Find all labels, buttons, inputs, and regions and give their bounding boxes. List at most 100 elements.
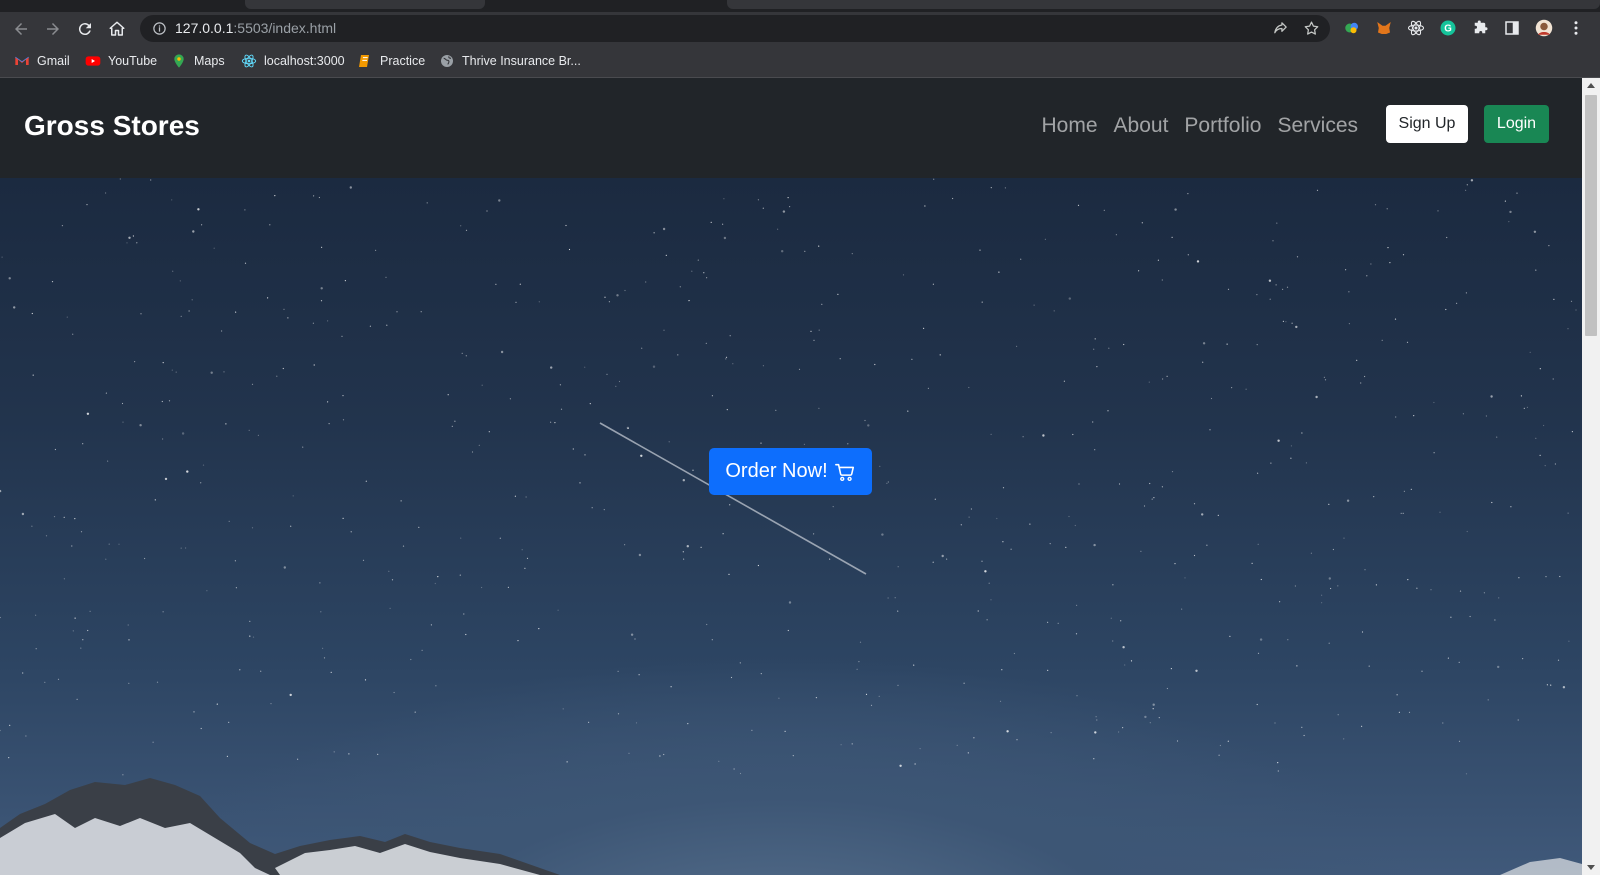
star [213, 247, 215, 249]
star [13, 306, 16, 309]
star [1290, 445, 1292, 447]
star [624, 289, 626, 292]
star [1256, 294, 1258, 296]
star [617, 670, 619, 672]
star [461, 352, 463, 354]
star [175, 371, 177, 373]
back-button[interactable] [8, 16, 34, 42]
star [341, 335, 343, 337]
star [1157, 259, 1159, 261]
star [481, 384, 483, 386]
star [1324, 379, 1327, 381]
bookmark-youtube[interactable]: YouTube [85, 50, 157, 72]
scrollbar-thumb[interactable] [1585, 95, 1597, 336]
star [1303, 734, 1305, 737]
star [1533, 230, 1537, 233]
star [162, 611, 164, 613]
star [1509, 210, 1512, 214]
nav-about[interactable]: About [1114, 114, 1169, 138]
login-button[interactable]: Login [1484, 105, 1549, 143]
nav-portfolio[interactable]: Portfolio [1184, 114, 1261, 138]
reload-button[interactable] [72, 16, 98, 42]
star [1447, 657, 1449, 659]
signup-button[interactable]: Sign Up [1386, 105, 1468, 143]
extensions-puzzle-icon[interactable] [1470, 18, 1490, 38]
star [818, 329, 820, 331]
star [705, 342, 707, 344]
address-bar[interactable]: 127.0.0.1:5503/index.html [140, 15, 1330, 42]
star [782, 210, 786, 213]
star [71, 545, 73, 547]
star [80, 531, 83, 533]
star-icon[interactable] [1303, 20, 1320, 37]
star [729, 504, 731, 506]
star [859, 641, 862, 643]
star [572, 448, 574, 450]
star [1138, 270, 1140, 272]
arrow-right-icon [47, 23, 59, 35]
star [591, 507, 593, 509]
nav-home[interactable]: Home [1042, 114, 1098, 138]
page-scrollbar[interactable] [1582, 78, 1600, 875]
star [1510, 506, 1512, 508]
star [465, 633, 467, 636]
home-button[interactable] [104, 16, 130, 42]
star [1002, 541, 1004, 543]
star [515, 301, 517, 303]
star [618, 380, 621, 383]
star [1433, 401, 1435, 404]
star [813, 339, 815, 341]
star [1301, 726, 1303, 728]
brand-logo[interactable]: Gross Stores [24, 110, 200, 142]
star [1375, 584, 1377, 586]
bookmark-gmail[interactable]: Gmail [14, 50, 70, 72]
star [1107, 410, 1109, 412]
menu-kebab-icon[interactable] [1566, 18, 1586, 38]
share-icon[interactable] [1272, 20, 1289, 37]
url-text[interactable]: 127.0.0.1:5503/index.html [175, 20, 336, 36]
bookmark-localhost[interactable]: localhost:3000 [241, 50, 345, 72]
star [1044, 238, 1046, 240]
scroll-up-arrow-icon[interactable] [1587, 83, 1595, 88]
grammarly-icon[interactable]: G [1438, 18, 1458, 38]
star [319, 582, 321, 584]
profile-avatar[interactable] [1534, 18, 1554, 38]
react-devtools-icon[interactable] [1406, 18, 1426, 38]
star [459, 574, 461, 576]
star [282, 367, 284, 370]
star [1122, 646, 1125, 649]
star [1504, 200, 1506, 202]
star [803, 443, 806, 445]
star [1517, 719, 1519, 721]
star [990, 599, 992, 601]
bookmark-maps[interactable]: Maps [171, 50, 225, 72]
info-icon[interactable] [152, 21, 167, 36]
forward-button[interactable] [40, 16, 66, 42]
bookmark-practice[interactable]: Practice [357, 50, 425, 72]
star [1450, 616, 1452, 618]
star [1496, 436, 1498, 438]
star [1491, 501, 1493, 504]
browser-tab[interactable] [245, 0, 485, 9]
side-panel-icon[interactable] [1502, 18, 1522, 38]
star [691, 270, 693, 272]
star [200, 727, 202, 730]
star [495, 283, 497, 285]
star [162, 438, 164, 440]
order-now-button[interactable]: Order Now! [709, 448, 872, 495]
extension-colorful-icon[interactable] [1342, 18, 1362, 38]
star [321, 246, 323, 248]
star [1328, 642, 1330, 644]
metamask-fox-icon[interactable] [1374, 18, 1394, 38]
arrow-left-icon [15, 23, 27, 35]
scroll-down-arrow-icon[interactable] [1587, 865, 1595, 870]
browser-tab[interactable] [727, 0, 1600, 9]
star [447, 394, 449, 396]
bookmark-thrive[interactable]: Thrive Insurance Br... [439, 50, 581, 72]
star [1287, 639, 1289, 641]
star [1285, 321, 1287, 323]
nav-services[interactable]: Services [1277, 114, 1358, 138]
star [521, 549, 523, 551]
star [1022, 436, 1024, 438]
star [1176, 740, 1179, 742]
